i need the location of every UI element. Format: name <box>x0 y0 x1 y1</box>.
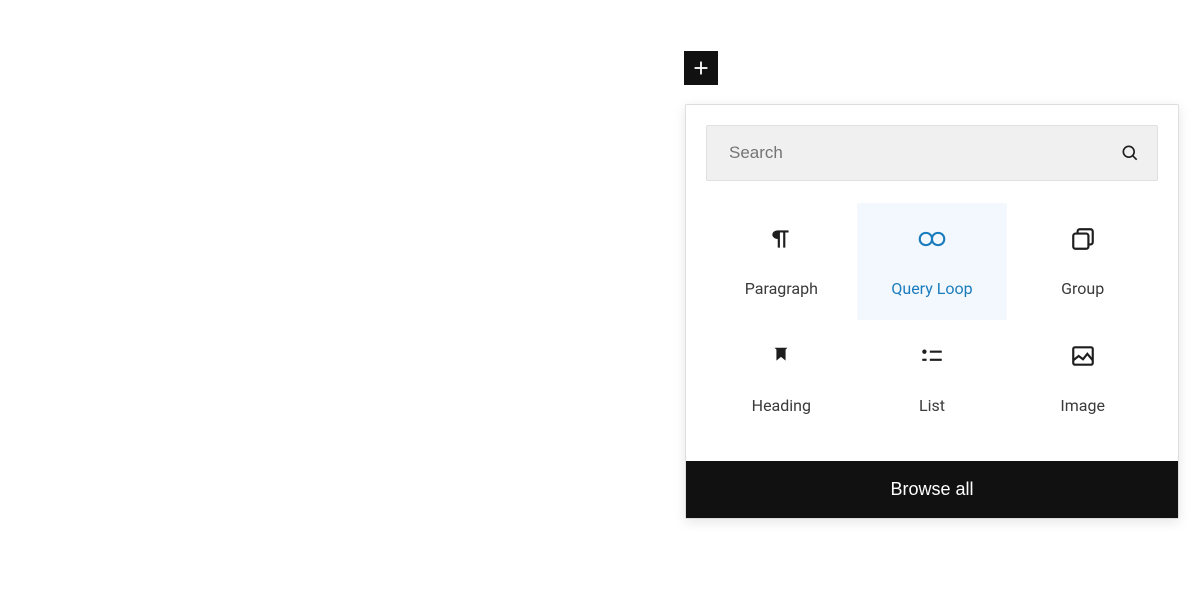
image-icon <box>1069 342 1097 370</box>
block-label: List <box>919 396 945 415</box>
block-item-paragraph[interactable]: Paragraph <box>706 203 857 320</box>
search-icon <box>1120 143 1140 163</box>
add-block-button[interactable] <box>684 51 718 85</box>
plus-icon <box>690 57 712 79</box>
block-item-list[interactable]: List <box>857 320 1008 437</box>
paragraph-icon <box>767 225 795 253</box>
blocks-grid: Paragraph Query Loop Group <box>686 191 1178 461</box>
heading-icon <box>767 342 795 370</box>
block-label: Heading <box>752 396 811 415</box>
block-item-query-loop[interactable]: Query Loop <box>857 203 1008 320</box>
search-box <box>706 125 1158 181</box>
block-inserter-popover: Paragraph Query Loop Group <box>685 104 1179 519</box>
block-label: Group <box>1061 279 1104 298</box>
block-item-heading[interactable]: Heading <box>706 320 857 437</box>
block-label: Query Loop <box>891 279 972 298</box>
list-icon <box>918 342 946 370</box>
block-label: Paragraph <box>745 279 818 298</box>
search-container <box>686 105 1178 191</box>
search-input[interactable] <box>729 143 1120 163</box>
loop-icon <box>918 225 946 253</box>
block-item-image[interactable]: Image <box>1007 320 1158 437</box>
block-label: Image <box>1060 396 1105 415</box>
block-item-group[interactable]: Group <box>1007 203 1158 320</box>
browse-all-button[interactable]: Browse all <box>686 461 1178 518</box>
group-icon <box>1069 225 1097 253</box>
